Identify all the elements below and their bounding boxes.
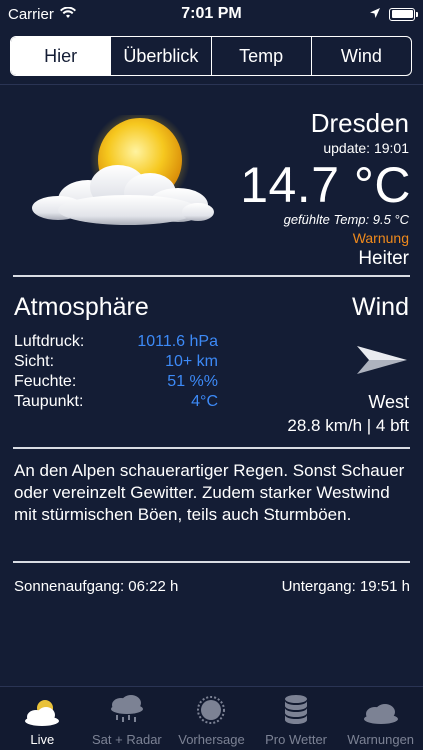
rain-cloud-icon: [110, 695, 143, 722]
divider: [13, 447, 410, 449]
atmosphere-label-pressure: Luftdruck:: [14, 333, 85, 350]
atmosphere-label-humidity: Feuchte:: [14, 373, 77, 390]
tab-label: Warnungen: [347, 732, 415, 747]
weather-condition: Heiter: [358, 248, 409, 269]
location-arrow-icon: [369, 6, 381, 23]
status-left: Carrier: [8, 6, 76, 23]
segment-hier[interactable]: Hier: [11, 37, 112, 75]
warning-link[interactable]: Warnung: [353, 230, 409, 246]
segment-temp[interactable]: Temp: [212, 37, 312, 75]
atmosphere-values: 1011.6 hPa 10+ km 51 %% 4°C: [118, 332, 218, 412]
sun-cloud-icon: [28, 110, 218, 230]
wind-direction: West: [368, 392, 409, 412]
forecast-text: An den Alpen schauerartiger Regen. Sonst…: [14, 461, 405, 524]
tab-bar: Live Sat + Radar Vorhersage Pro Wetter W…: [0, 686, 423, 750]
cloud-sun-tab-icon: [25, 700, 60, 726]
atmosphere-label-visibility: Sicht:: [14, 353, 55, 370]
battery-icon: [389, 7, 418, 21]
tab-label: Sat + Radar: [92, 732, 162, 747]
atmosphere-value-visibility: 10+ km: [165, 353, 218, 370]
sun-tab-icon: [197, 696, 226, 724]
sunset-time: Untergang: 19:51 h: [281, 578, 410, 595]
wind-arrow-icon: [355, 342, 409, 378]
carrier-label: Carrier: [8, 5, 54, 23]
divider: [13, 275, 410, 277]
tab-pro-wetter[interactable]: Pro Wetter: [254, 687, 339, 750]
sun-times: Sonnenaufgang: 06:22 h Untergang: 19:51 …: [14, 578, 410, 595]
feels-like-temperature: gefühlte Temp: 9.5 °C: [283, 212, 409, 227]
current-temperature: 14.7 °C: [240, 157, 411, 213]
view-segmented-control: Hier Überblick Temp Wind: [10, 36, 412, 76]
segment-ueberblick[interactable]: Überblick: [111, 37, 212, 75]
atmosphere-value-humidity: 51 %%: [167, 373, 218, 390]
tab-sat-radar[interactable]: Sat + Radar: [85, 687, 170, 750]
atmosphere-labels: Luftdruck: Sicht: Feuchte: Taupunkt:: [14, 332, 84, 412]
segment-wind[interactable]: Wind: [312, 37, 411, 75]
tab-vorhersage[interactable]: Vorhersage: [169, 687, 254, 750]
city-name: Dresden: [310, 108, 409, 138]
status-right: [369, 6, 418, 23]
cloud-icon: [363, 704, 398, 724]
atmosphere-title: Atmosphäre: [14, 293, 149, 321]
wind-speed: 28.8 km/h | 4 bft: [287, 416, 409, 435]
update-time: update: 19:01: [323, 140, 409, 156]
tab-label: Pro Wetter: [265, 732, 328, 747]
tab-warnungen[interactable]: Warnungen: [338, 687, 423, 750]
status-bar: Carrier 7:01 PM: [0, 0, 423, 28]
tab-live[interactable]: Live: [0, 687, 85, 750]
header-divider: [0, 84, 423, 85]
tab-label: Live: [30, 732, 55, 747]
atmosphere-label-dewpoint: Taupunkt:: [14, 393, 84, 410]
tab-label: Vorhersage: [178, 732, 245, 747]
wifi-icon: [59, 6, 76, 23]
wind-title: Wind: [352, 293, 409, 321]
database-icon: [285, 695, 308, 724]
atmosphere-value-dewpoint: 4°C: [191, 393, 218, 410]
divider: [13, 561, 410, 563]
atmosphere-value-pressure: 1011.6 hPa: [137, 333, 218, 350]
sunrise-time: Sonnenaufgang: 06:22 h: [14, 578, 179, 595]
